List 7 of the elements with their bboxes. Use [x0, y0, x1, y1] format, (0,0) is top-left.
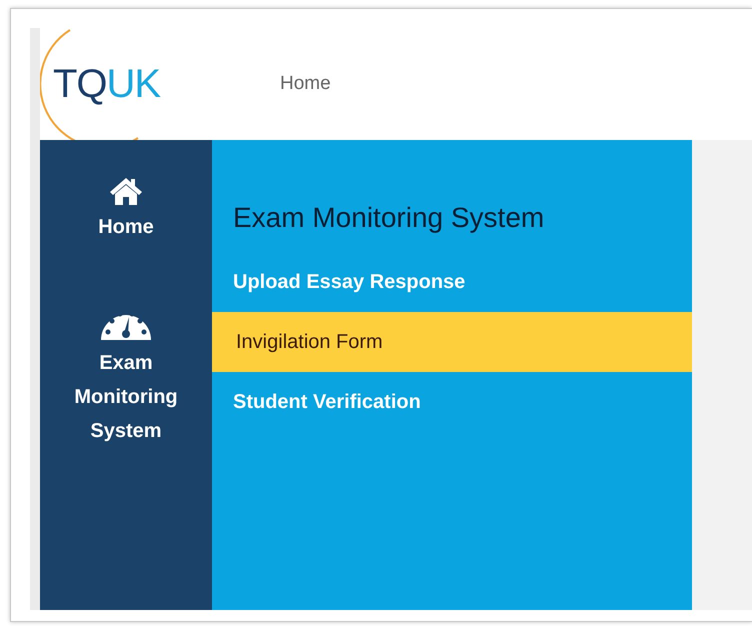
- sidebar-item[interactable]: Exam Monitoring System: [66, 304, 186, 448]
- nav-link[interactable]: Home: [280, 73, 331, 95]
- sidebar-item[interactable]: Home: [66, 176, 186, 244]
- logo: TQUK: [53, 64, 160, 104]
- home-icon: [109, 176, 143, 206]
- menu-item[interactable]: Invigilation Form: [212, 312, 692, 372]
- panel-title: Exam Monitoring System: [232, 202, 546, 234]
